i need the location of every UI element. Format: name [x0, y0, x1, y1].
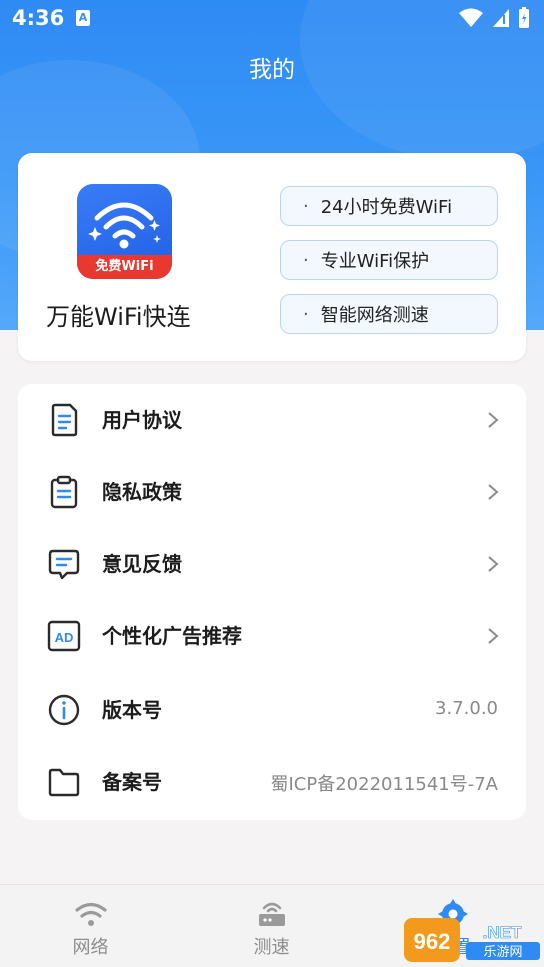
cell-signal-icon — [493, 9, 509, 27]
menu-item-label: 隐私政策 — [102, 480, 182, 504]
nav-tab-network[interactable]: 网络 — [0, 885, 181, 967]
menu-item-label: 用户协议 — [102, 408, 182, 432]
watermark-logo: 962 .NET 乐游网 — [404, 916, 544, 964]
wifi-logo-icon — [88, 202, 161, 249]
menu-item-label: 意见反馈 — [102, 552, 182, 576]
tag-dot: · — [303, 303, 309, 325]
battery-icon — [519, 7, 529, 28]
menu-item-icp-record[interactable]: 备案号 蜀ICP备2022011541号-7A — [18, 746, 526, 818]
folder-icon — [48, 768, 80, 797]
menu-item-user-agreement[interactable]: 用户协议 — [18, 384, 526, 456]
svg-text:AD: AD — [55, 630, 74, 645]
info-icon — [48, 694, 80, 726]
menu-item-personalized-ads[interactable]: AD 个性化广告推荐 — [18, 600, 526, 672]
notification-a-icon: A — [76, 10, 90, 26]
nav-label: 测速 — [253, 937, 290, 958]
settings-menu: 用户协议 隐私政策 意见反馈 AD 个性化广告推荐 版本号 3.7.0.0 备案… — [18, 384, 526, 820]
chevron-right-icon — [488, 556, 499, 572]
nav-label: 网络 — [72, 937, 109, 958]
status-bar: 4:36 A — [0, 0, 544, 38]
app-logo-icon: 免费WiFi — [77, 184, 172, 279]
app-icon-badge: 免费WiFi — [77, 255, 172, 279]
svg-text:乐游网: 乐游网 — [483, 945, 522, 960]
feature-tag: · 专业WiFi保护 — [280, 240, 498, 280]
feature-tags: · 24小时免费WiFi · 专业WiFi保护 · 智能网络测速 — [280, 186, 498, 348]
chat-icon — [48, 549, 80, 580]
clipboard-icon — [50, 475, 78, 509]
app-name: 万能WiFi快连 — [46, 303, 191, 331]
chevron-right-icon — [488, 412, 499, 428]
app-info-card: 免费WiFi 万能WiFi快连 · 24小时免费WiFi · 专业WiFi保护 … — [18, 153, 526, 361]
version-value: 3.7.0.0 — [435, 698, 498, 719]
menu-item-label: 个性化广告推荐 — [102, 624, 242, 648]
nav-tab-speedtest[interactable]: 测速 — [181, 885, 362, 967]
feature-tag: · 智能网络测速 — [280, 294, 498, 334]
tag-label: 24小时免费WiFi — [320, 197, 453, 218]
icp-value: 蜀ICP备2022011541号-7A — [270, 774, 498, 795]
tag-dot: · — [303, 195, 309, 217]
tag-label: 智能网络测速 — [320, 305, 429, 326]
feature-tag: · 24小时免费WiFi — [280, 186, 498, 226]
status-time: 4:36 — [12, 6, 65, 30]
document-icon — [51, 403, 78, 437]
router-icon — [259, 902, 285, 926]
page-title: 我的 — [249, 57, 295, 83]
chevron-right-icon — [488, 484, 499, 500]
menu-item-version[interactable]: 版本号 3.7.0.0 — [18, 674, 526, 746]
menu-item-privacy-policy[interactable]: 隐私政策 — [18, 456, 526, 528]
menu-item-label: 版本号 — [102, 698, 162, 722]
tag-label: 专业WiFi保护 — [320, 251, 430, 272]
ad-icon: AD — [47, 620, 81, 652]
wifi-icon — [75, 902, 107, 926]
status-icons — [458, 7, 530, 29]
svg-text:.NET: .NET — [483, 923, 522, 942]
menu-item-label: 备案号 — [102, 770, 162, 794]
menu-item-feedback[interactable]: 意见反馈 — [18, 528, 526, 600]
tag-dot: · — [303, 249, 309, 271]
watermark-image: 962 .NET 乐游网 — [404, 918, 540, 962]
svg-text:962: 962 — [414, 929, 451, 954]
chevron-right-icon — [488, 628, 499, 644]
wifi-signal-icon — [459, 8, 483, 27]
